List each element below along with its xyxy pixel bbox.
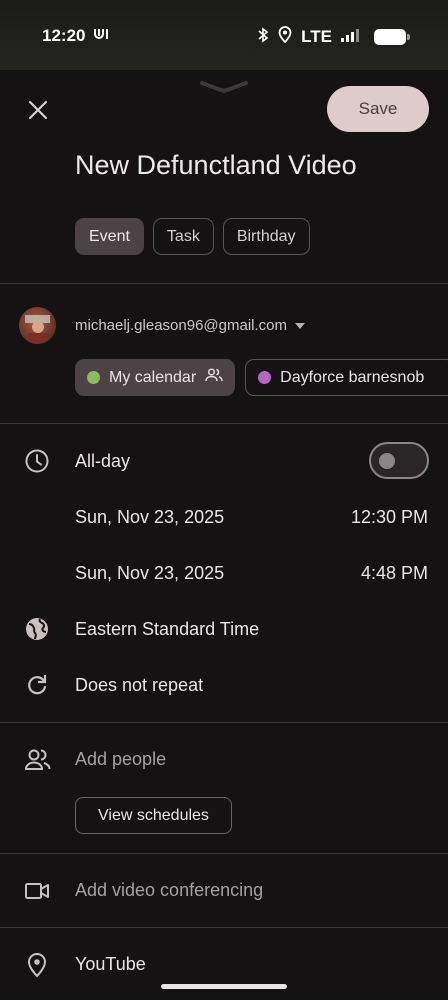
chip-task[interactable]: Task bbox=[152, 218, 214, 255]
calendar-chip-label: Dayforce barnesnob bbox=[280, 368, 425, 386]
close-icon[interactable] bbox=[24, 96, 52, 124]
people-icon bbox=[205, 368, 223, 387]
divider bbox=[0, 853, 448, 854]
save-button[interactable]: Save bbox=[327, 86, 429, 132]
event-title-input[interactable]: New Defunctland Video bbox=[75, 150, 357, 181]
clock-icon bbox=[24, 448, 50, 474]
calendar-color-dot bbox=[87, 371, 100, 384]
repeat-icon bbox=[24, 672, 50, 698]
add-video-conferencing[interactable]: Add video conferencing bbox=[75, 880, 263, 901]
all-day-toggle[interactable] bbox=[369, 442, 429, 479]
status-bar: 12:20 LTE bbox=[0, 0, 448, 70]
account-selector[interactable]: michaelj.gleason96@gmail.com bbox=[75, 316, 305, 334]
calendar-color-dot bbox=[258, 371, 272, 384]
video-camera-icon bbox=[24, 878, 50, 904]
location-status-icon bbox=[278, 26, 292, 48]
location-field[interactable]: YouTube bbox=[75, 954, 146, 975]
globe-icon bbox=[24, 616, 50, 642]
chevron-down-icon[interactable] bbox=[200, 80, 248, 99]
all-day-label: All-day bbox=[75, 451, 131, 471]
toggle-knob bbox=[379, 453, 395, 469]
status-indicators: LTE bbox=[257, 26, 410, 48]
account-email: michaelj.gleason96@gmail.com bbox=[75, 316, 287, 334]
caret-down-icon bbox=[295, 316, 305, 334]
divider bbox=[0, 423, 448, 424]
timezone[interactable]: Eastern Standard Time bbox=[75, 619, 259, 640]
location-pin-icon bbox=[24, 952, 50, 978]
people-icon bbox=[24, 747, 51, 773]
chip-birthday[interactable]: Birthday bbox=[222, 218, 310, 255]
avatar[interactable] bbox=[19, 307, 56, 344]
divider bbox=[0, 722, 448, 723]
repeat-setting[interactable]: Does not repeat bbox=[75, 675, 203, 696]
event-type-chips: Event Task Birthday bbox=[75, 218, 310, 255]
start-time[interactable]: 12:30 PM bbox=[351, 507, 428, 528]
home-indicator[interactable] bbox=[161, 984, 287, 989]
calendar-chips: My calendar Dayforce barnesnob bbox=[75, 359, 448, 396]
view-schedules-button[interactable]: View schedules bbox=[75, 797, 232, 834]
status-time: 12:20 bbox=[42, 26, 86, 45]
start-date[interactable]: Sun, Nov 23, 2025 bbox=[75, 507, 224, 528]
bluetooth-icon bbox=[257, 26, 269, 48]
battery-icon bbox=[374, 29, 410, 45]
calendar-chip-dayforce[interactable]: Dayforce barnesnob bbox=[245, 359, 448, 396]
network-type: LTE bbox=[301, 27, 332, 46]
end-date[interactable]: Sun, Nov 23, 2025 bbox=[75, 563, 224, 584]
add-people-input[interactable]: Add people bbox=[75, 749, 166, 770]
divider bbox=[0, 927, 448, 928]
signal-icon bbox=[341, 28, 365, 47]
chip-event[interactable]: Event bbox=[75, 218, 144, 255]
calendar-chip-my-calendar[interactable]: My calendar bbox=[75, 359, 236, 396]
hotspot-icon bbox=[93, 26, 109, 47]
calendar-chip-label: My calendar bbox=[109, 368, 197, 386]
event-editor-sheet: Save New Defunctland Video Event Task Bi… bbox=[0, 72, 448, 1000]
divider bbox=[0, 283, 448, 284]
end-time[interactable]: 4:48 PM bbox=[361, 563, 428, 584]
